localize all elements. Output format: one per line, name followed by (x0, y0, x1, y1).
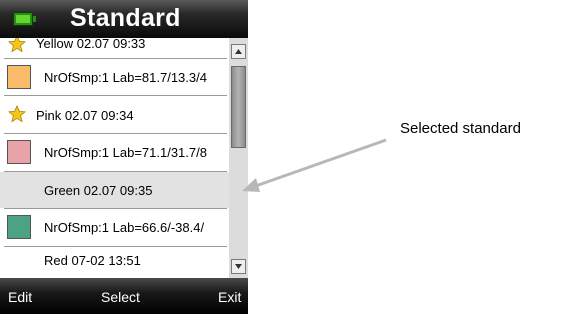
list-item-pink[interactable]: Pink 02.07 09:34 (0, 96, 229, 133)
title-bar: Standard (0, 0, 248, 38)
page-title: Standard (70, 4, 181, 32)
list-item-label: Pink 02.07 09:34 (36, 108, 134, 123)
list-item-label: NrOfSmp:1 Lab=66.6/-38.4/ (44, 220, 205, 235)
list-item-sample[interactable]: NrOfSmp:1 Lab=81.7/13.3/4 (0, 59, 229, 95)
scroll-down-button[interactable] (231, 259, 246, 274)
exit-softkey[interactable]: Exit (218, 289, 241, 305)
color-swatch (7, 65, 31, 89)
callout-label: Selected standard (400, 120, 521, 137)
star-icon (8, 105, 26, 123)
callout-arrow-icon (242, 138, 387, 192)
arrow-down-icon (235, 264, 242, 269)
list-item-label: Green 02.07 09:35 (44, 183, 153, 198)
list-item-green-selected[interactable]: Green 02.07 09:35 (0, 172, 229, 208)
list-item-label: Red 07-02 13:51 (44, 253, 141, 268)
list-item-yellow[interactable]: Yellow 02.07 09:33 (0, 38, 229, 58)
standards-list[interactable]: Yellow 02.07 09:33 NrOfSmp:1 Lab=81.7/13… (0, 38, 229, 278)
list-item-red[interactable]: Red 07-02 13:51 (0, 247, 229, 278)
select-softkey[interactable]: Select (101, 289, 140, 305)
battery-icon (13, 12, 36, 26)
edit-softkey[interactable]: Edit (8, 289, 32, 305)
color-swatch (7, 215, 31, 239)
list-item-label: NrOfSmp:1 Lab=71.1/31.7/8 (44, 145, 207, 160)
list-item-label: Yellow 02.07 09:33 (36, 38, 146, 51)
arrow-up-icon (235, 49, 242, 54)
instrument-screen: Standard Yellow 02.07 09:33 NrOfSmp:1 La… (0, 0, 248, 314)
softkey-bar: Edit Select Exit (0, 278, 248, 314)
color-swatch (7, 140, 31, 164)
list-item-label: NrOfSmp:1 Lab=81.7/13.3/4 (44, 70, 207, 85)
list-item-sample[interactable]: NrOfSmp:1 Lab=66.6/-38.4/ (0, 209, 229, 246)
scroll-up-button[interactable] (231, 44, 246, 59)
star-icon (8, 38, 26, 53)
list-item-sample[interactable]: NrOfSmp:1 Lab=71.1/31.7/8 (0, 134, 229, 171)
